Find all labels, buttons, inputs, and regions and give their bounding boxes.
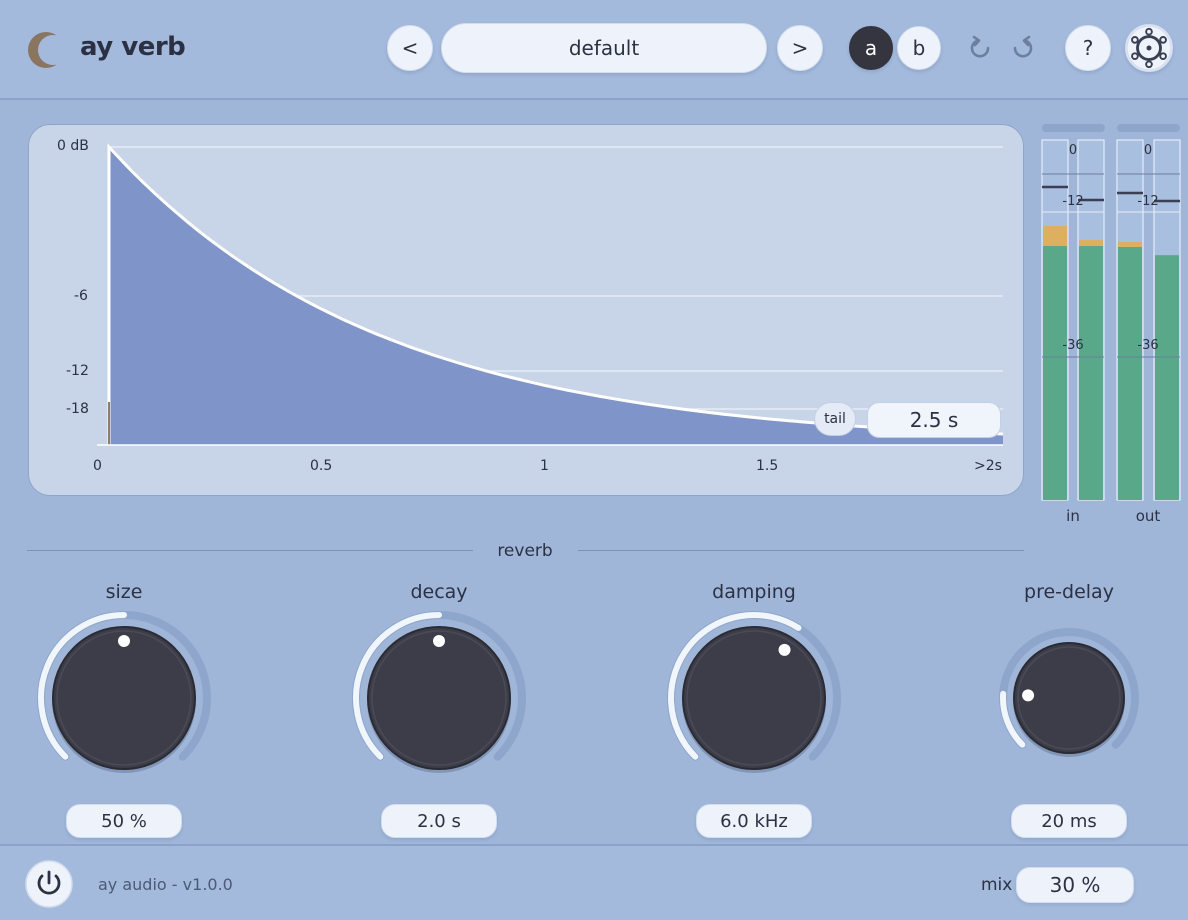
in-left-meter-level [1043, 244, 1067, 500]
x-tick-0: 0 [93, 458, 102, 474]
knob-indicator [1022, 689, 1035, 702]
out-left-meter-level [1118, 244, 1142, 500]
x-tick-2s: >2s [974, 458, 1002, 474]
y-tick-0db: 0 dB [57, 138, 89, 154]
ab-b-button[interactable]: b [897, 26, 941, 70]
out-scale-0: 0 [1143, 143, 1153, 158]
out-meter-label: out [1135, 507, 1161, 525]
out-scale-12: -12 [1137, 194, 1159, 209]
moon-logo-icon [28, 32, 66, 68]
decay-knob[interactable] [339, 600, 539, 800]
in-scale-0: 0 [1068, 143, 1078, 158]
brand-separator: - [171, 875, 178, 894]
size-knob[interactable] [24, 600, 224, 800]
decay-value-field[interactable]: 2.0 s [381, 804, 497, 838]
in-scale-12: -12 [1062, 194, 1084, 209]
mix-label: mix [981, 875, 1013, 895]
knob-body [367, 626, 511, 770]
next-preset-button[interactable]: > [777, 25, 823, 71]
size-value-field[interactable]: 50 % [66, 804, 182, 838]
x-tick-1-5: 1.5 [756, 458, 779, 474]
knob-indicator [778, 643, 791, 656]
pre-delay-value-field[interactable]: 20 ms [1011, 804, 1127, 838]
brand-version-text: ay audio - v1.0.0 [98, 875, 233, 894]
x-tick-0-5: 0.5 [310, 458, 333, 474]
version-number: v1.0.0 [182, 875, 233, 894]
meter-peak-0 [1043, 226, 1067, 246]
decay-graph-panel[interactable] [28, 124, 1024, 496]
in-clip-indicator [1042, 124, 1105, 132]
tail-value-field[interactable]: 2.5 s [867, 402, 1001, 438]
in-meter-label: in [1066, 507, 1080, 525]
out-clip-indicator [1117, 124, 1180, 132]
power-icon[interactable] [25, 860, 73, 908]
mix-value-field[interactable]: 30 % [1016, 867, 1134, 903]
brand-name: ay audio [98, 875, 167, 894]
damping-knob[interactable] [654, 600, 854, 800]
y-tick-12: -12 [66, 363, 89, 379]
damping-value-field[interactable]: 6.0 kHz [696, 804, 812, 838]
prev-preset-button[interactable]: < [387, 25, 433, 71]
knob-body [52, 626, 196, 770]
in-right-meter-level [1079, 244, 1103, 500]
in-scale-36: -36 [1062, 338, 1084, 353]
pre-delay-knob[interactable] [969, 600, 1169, 800]
level-meters [1041, 124, 1181, 501]
x-tick-1: 1 [540, 458, 549, 474]
ab-a-button[interactable]: a [849, 26, 893, 70]
meter-peak-2 [1118, 242, 1142, 247]
app-title: ay verb [80, 32, 186, 62]
preset-name-display[interactable]: default [441, 23, 767, 73]
decay-graph [97, 143, 1004, 446]
undo-icon[interactable] [966, 33, 996, 63]
gear-icon[interactable] [1125, 24, 1173, 72]
meter-peak-1 [1079, 240, 1103, 246]
y-tick-6: -6 [74, 288, 88, 304]
redo-icon[interactable] [1007, 33, 1037, 63]
out-scale-36: -36 [1137, 338, 1159, 353]
help-button[interactable]: ? [1065, 25, 1111, 71]
knob-body [682, 626, 826, 770]
section-divider-left [27, 550, 473, 551]
knob-indicator [433, 635, 445, 647]
section-title-reverb: reverb [497, 541, 553, 561]
out-right-meter-level [1155, 255, 1179, 500]
tail-label: tail [814, 402, 856, 436]
knob-indicator [118, 635, 130, 647]
section-divider-right [578, 550, 1024, 551]
y-tick-18: -18 [66, 401, 89, 417]
